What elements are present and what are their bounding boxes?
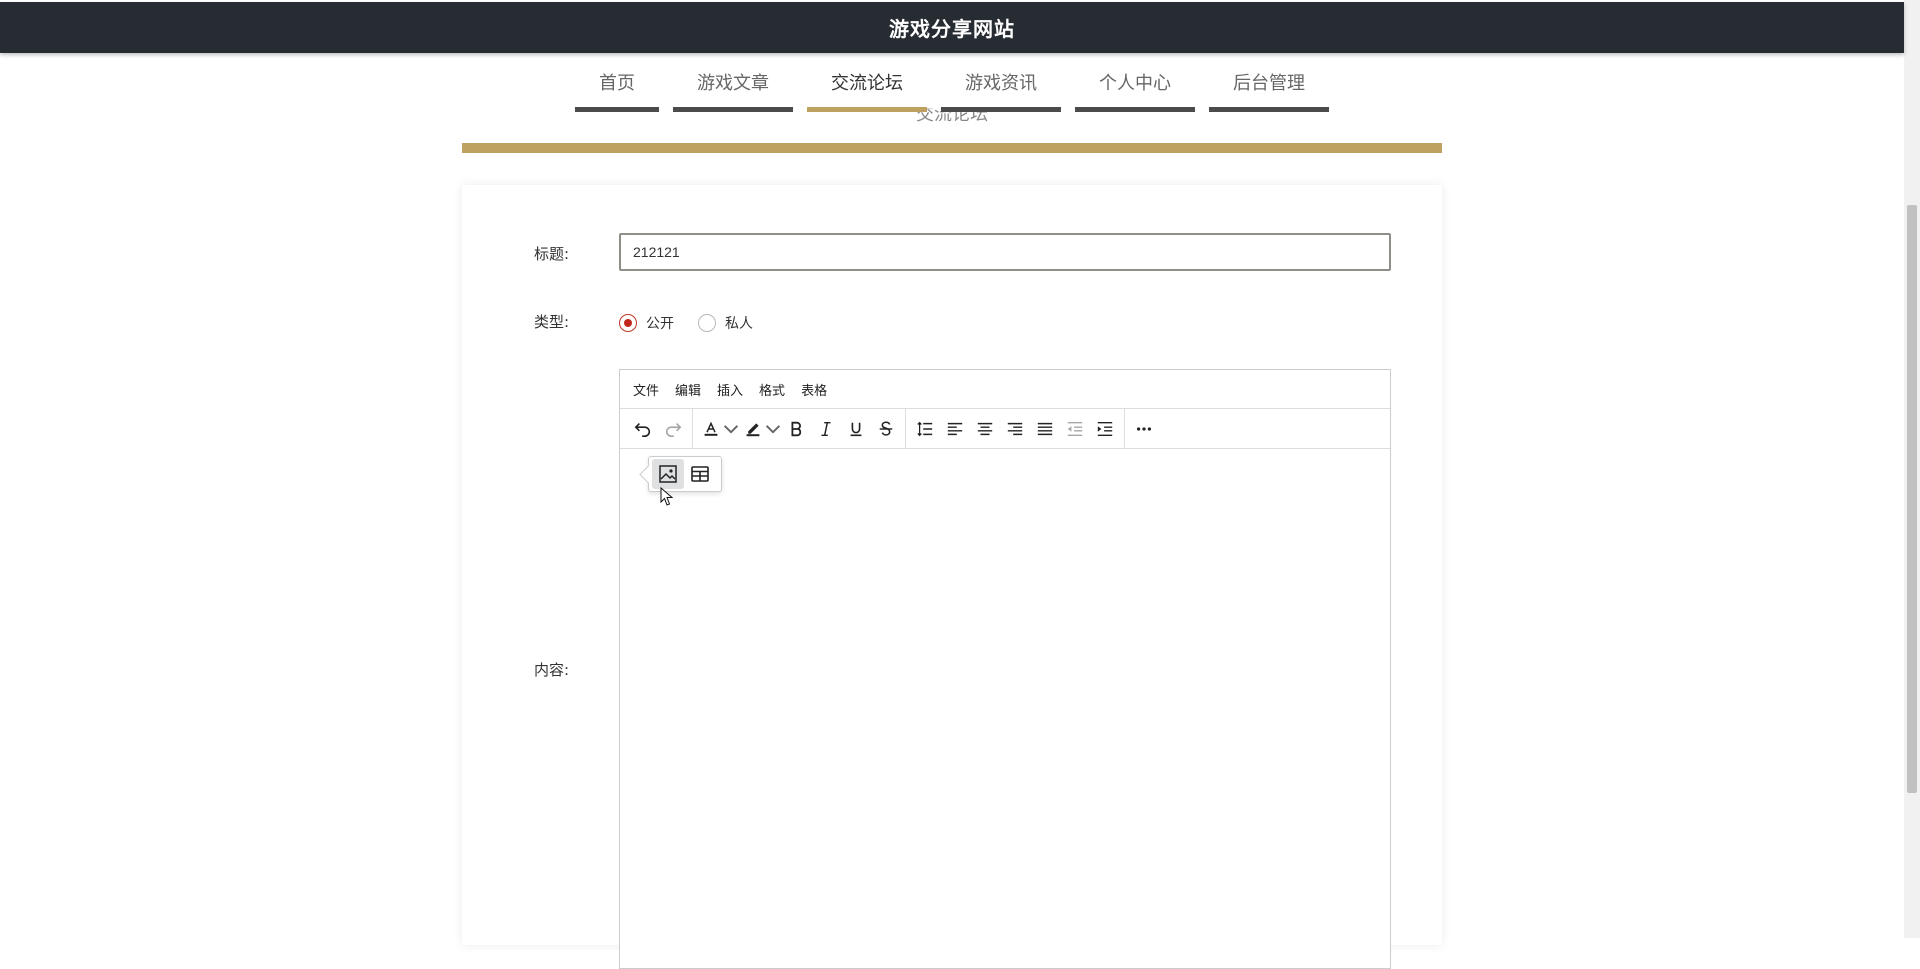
menu-table[interactable]: 表格 — [794, 380, 834, 399]
nav-label: 游戏资讯 — [965, 72, 1037, 94]
type-radio-public[interactable]: 公开 — [619, 313, 674, 333]
toolbar-group-align — [906, 409, 1125, 448]
line-height-icon[interactable] — [910, 414, 940, 444]
table-icon[interactable] — [684, 459, 716, 489]
underline-icon[interactable] — [841, 414, 871, 444]
radio-label: 公开 — [646, 316, 674, 332]
align-right-icon[interactable] — [1000, 414, 1030, 444]
redo-icon[interactable] — [658, 414, 688, 444]
nav-item-admin[interactable]: 后台管理 — [1209, 56, 1329, 112]
top-header: 游戏分享网站 — [0, 2, 1904, 53]
nav-label: 首页 — [599, 72, 635, 94]
nav-item-home[interactable]: 首页 — [575, 56, 659, 112]
radio-label: 私人 — [725, 316, 753, 332]
menu-edit[interactable]: 编辑 — [668, 380, 708, 399]
radio-unchecked-icon — [698, 314, 716, 332]
rich-text-editor: 文件 编辑 插入 格式 表格 — [619, 369, 1391, 969]
nav-label: 游戏文章 — [697, 72, 769, 94]
nav-label: 交流论坛 — [831, 72, 903, 94]
bold-icon[interactable] — [781, 414, 811, 444]
main-nav: 首页 游戏文章 交流论坛 游戏资讯 个人中心 后台管理 — [0, 56, 1904, 112]
nav-label: 个人中心 — [1099, 72, 1171, 94]
scrollbar-thumb[interactable] — [1907, 205, 1917, 793]
strikethrough-icon[interactable] — [871, 414, 901, 444]
nav-item-user-center[interactable]: 个人中心 — [1075, 56, 1195, 112]
radio-checked-icon — [619, 314, 637, 332]
title-input[interactable] — [619, 233, 1391, 271]
text-color-icon[interactable] — [697, 414, 739, 444]
quick-insert-popup — [648, 456, 722, 492]
indent-icon[interactable] — [1090, 414, 1120, 444]
menu-file[interactable]: 文件 — [626, 380, 666, 399]
toolbar-group-format — [693, 409, 906, 448]
toolbar-group-more — [1125, 409, 1163, 448]
type-radio-group: 公开 私人 — [619, 313, 777, 333]
editor-toolbar — [620, 409, 1390, 449]
editor-menubar: 文件 编辑 插入 格式 表格 — [620, 370, 1390, 409]
undo-icon[interactable] — [628, 414, 658, 444]
post-form-card: 标题: 类型: 公开 私人 内容: 文件 编辑 插入 格式 表格 — [462, 185, 1442, 969]
align-justify-icon[interactable] — [1030, 414, 1060, 444]
align-left-icon[interactable] — [940, 414, 970, 444]
more-icon[interactable] — [1129, 414, 1159, 444]
nav-item-game-news[interactable]: 游戏资讯 — [941, 56, 1061, 112]
nav-item-game-articles[interactable]: 游戏文章 — [673, 56, 793, 112]
outdent-icon[interactable] — [1060, 414, 1090, 444]
title-label: 标题: — [534, 245, 570, 263]
nav-label: 后台管理 — [1233, 72, 1305, 94]
editor-content-area[interactable] — [620, 449, 1390, 969]
highlight-icon[interactable] — [739, 414, 781, 444]
type-radio-private[interactable]: 私人 — [698, 313, 753, 333]
content-label: 内容: — [534, 661, 570, 679]
nav-item-forum[interactable]: 交流论坛 — [807, 56, 927, 112]
toolbar-group-history — [624, 409, 693, 448]
menu-insert[interactable]: 插入 — [710, 380, 750, 399]
type-label: 类型: — [534, 313, 570, 331]
align-center-icon[interactable] — [970, 414, 1000, 444]
menu-format[interactable]: 格式 — [752, 380, 792, 399]
italic-icon[interactable] — [811, 414, 841, 444]
image-icon[interactable] — [652, 459, 684, 489]
section-divider — [462, 143, 1442, 153]
page-scrollbar[interactable] — [1904, 0, 1920, 938]
site-title: 游戏分享网站 — [889, 17, 1015, 41]
